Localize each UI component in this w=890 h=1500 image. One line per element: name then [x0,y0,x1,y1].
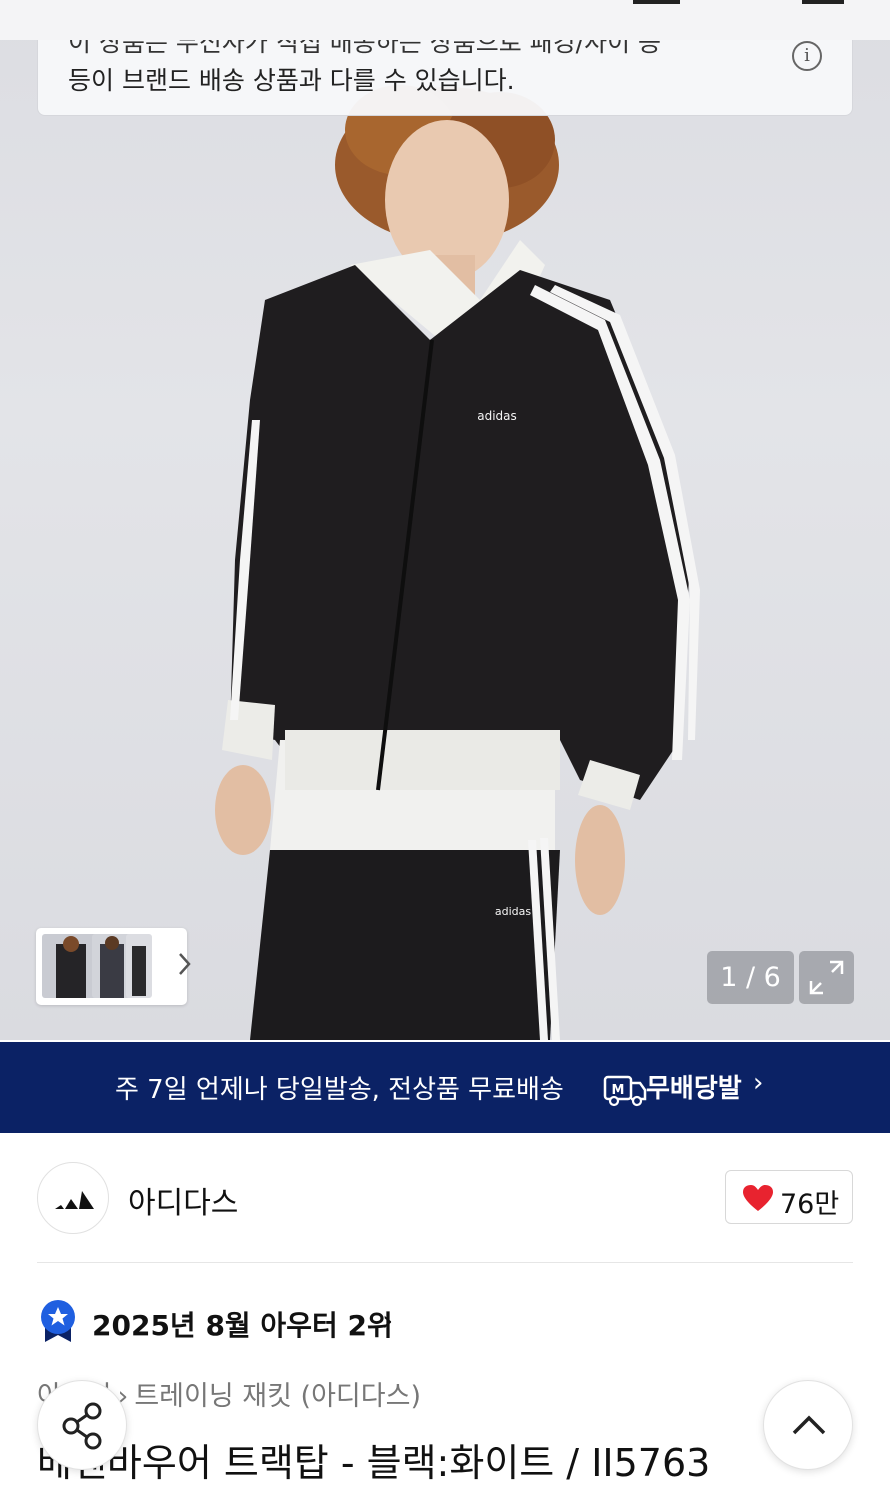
like-button[interactable]: 76만 [725,1170,853,1224]
notice-text-line2: 등이 브랜드 배송 상품과 다를 수 있습니다. [68,66,515,95]
thumbnail-1[interactable] [42,934,98,998]
thumbnail-3[interactable] [126,934,152,998]
chevron-right-icon: › [382,1304,394,1337]
delivery-brand-label: 무배당발 [646,1074,742,1104]
adidas-logo[interactable] [37,1162,109,1234]
top-navigation-bar [0,0,890,40]
product-image-gallery[interactable]: adidas adidas 이 상품은 무신사가 직접 배송하는 상품으로 패킹… [0,0,890,1040]
product-title: 베켄바우어 트랙탑 - 블랙:화이트 / II5763 [37,1441,711,1485]
delivery-logo-text: M [612,1083,625,1098]
breadcrumb-current[interactable]: 트레이닝 재킷 (아디다스) [134,1381,421,1412]
bag-icon[interactable] [633,0,680,4]
info-icon[interactable]: i [792,41,822,71]
truck-icon: M [602,1043,648,1137]
delivery-promo-banner[interactable]: 주 7일 언제나 당일발송, 전상품 무료배송 M 무배당발 › [0,1042,890,1133]
share-icon [62,1402,102,1450]
pants-logo: adidas [495,905,532,918]
brand-row: 아디다스 76만 [0,1150,890,1250]
delivery-promo-text: 주 7일 언제나 당일발송, 전상품 무료배송 [115,1075,564,1105]
ranking-text: 2025년 8월 아우터 2위 [92,1309,393,1342]
product-photo: adidas adidas [215,85,700,1040]
jacket-logo: adidas [477,409,517,423]
expand-icon[interactable] [799,951,854,1004]
ranking-badge-icon [37,1298,79,1348]
image-counter: 1 / 6 [707,951,794,1004]
brand-name[interactable]: 아디다스 [128,1178,238,1222]
heart-icon [742,1184,774,1216]
divider [37,1262,853,1263]
chevron-right-icon: › [753,1068,764,1098]
like-count: 76만 [780,1189,840,1220]
share-button[interactable] [37,1380,127,1470]
scroll-top-button[interactable] [763,1380,853,1470]
thumbnail-strip[interactable] [36,928,191,1005]
chevron-up-icon [792,1415,826,1435]
menu-icon[interactable] [802,0,844,4]
